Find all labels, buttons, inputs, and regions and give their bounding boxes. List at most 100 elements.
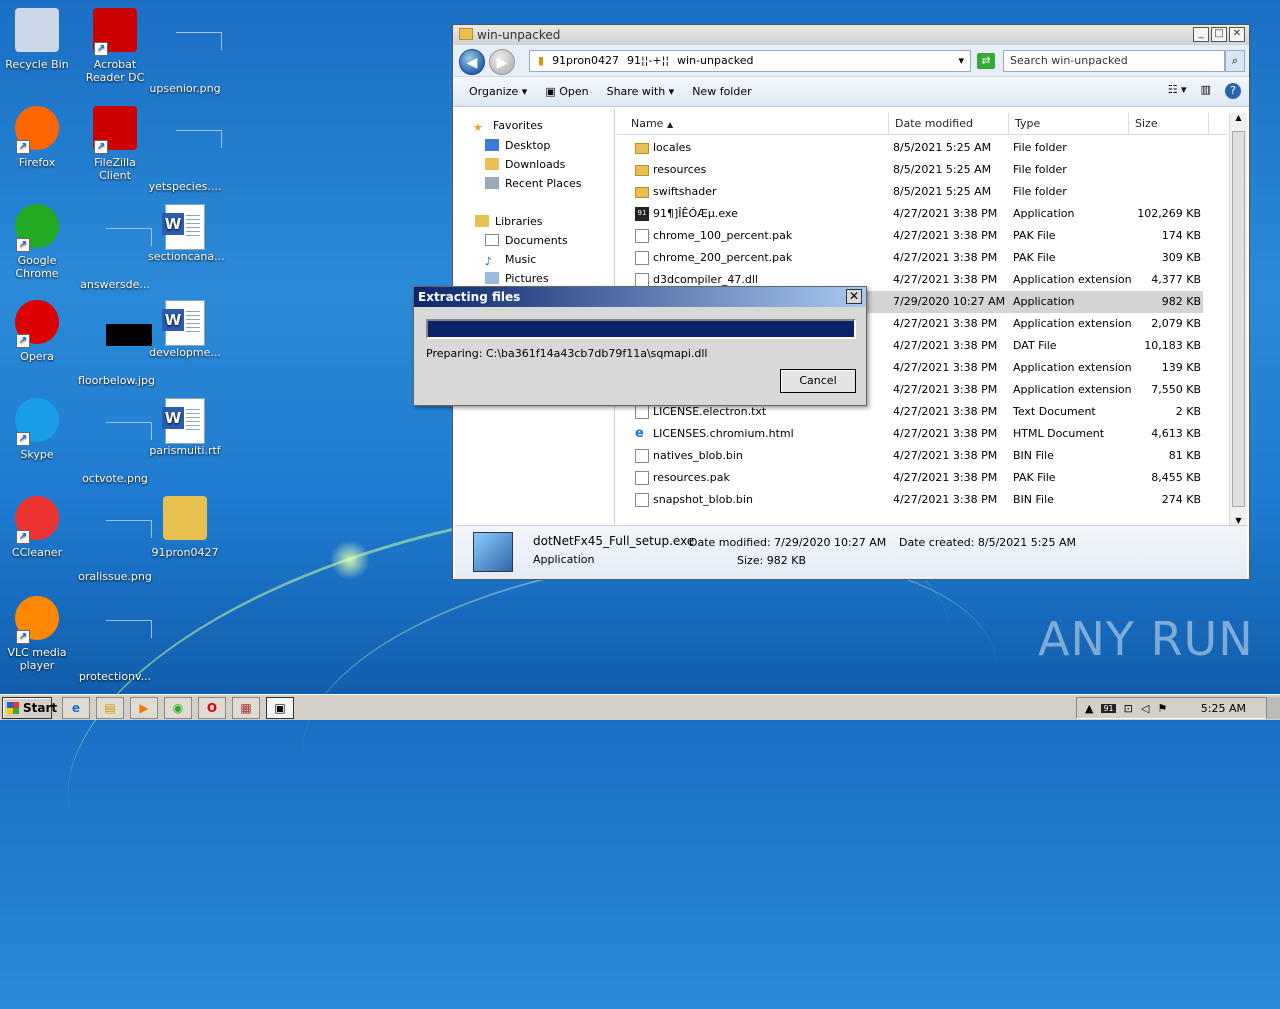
breadcrumb-2[interactable]: win-unpacked: [677, 51, 753, 71]
address-bar-area: ◀ ▶ ▮ 91pron0427 91¦¦-+¦¦ win-unpacked ▾…: [453, 45, 1249, 77]
ie-taskbar-icon[interactable]: e: [62, 697, 90, 719]
libraries-icon: [475, 215, 489, 227]
desktop-icon-16[interactable]: oralissue.png: [78, 496, 152, 583]
desktop-icon-11[interactable]: developme...: [148, 300, 222, 359]
network-icon[interactable]: ⊡: [1124, 702, 1133, 715]
breadcrumb-0[interactable]: 91pron0427: [552, 51, 619, 71]
details-pane: dotNetFx45_Full_setup.exe Application Da…: [455, 525, 1247, 579]
desktop-icon-9[interactable]: ↗ Opera: [0, 300, 74, 363]
file-name: swiftshader: [653, 185, 717, 198]
file-size: 139 KB: [1161, 361, 1201, 374]
address-path[interactable]: ▮ 91pron0427 91¦¦-+¦¦ win-unpacked ▾: [529, 50, 971, 72]
column-size[interactable]: Size: [1129, 113, 1209, 135]
desktop-icon-18[interactable]: ↗ VLC media player: [0, 596, 74, 672]
file-row[interactable]: natives_blob.bin 4/27/2021 3:38 PM BIN Fil…: [617, 445, 1203, 467]
desktop-icon-13[interactable]: octvote.png: [78, 398, 152, 485]
file-row[interactable]: snapshot_blob.bin 4/27/2021 3:38 PM BIN Fi…: [617, 489, 1203, 511]
open-button[interactable]: ▣ Open: [545, 85, 588, 98]
desktop-icon-4[interactable]: ↗ FileZilla Client: [78, 106, 152, 182]
file-row[interactable]: swiftshader 8/5/2021 5:25 AM File folder: [617, 181, 1203, 203]
desktop-icon-label: Acrobat Reader DC: [85, 58, 145, 84]
cancel-button[interactable]: Cancel: [780, 369, 856, 393]
organize-button[interactable]: Organize ▾: [469, 85, 527, 98]
nav-downloads[interactable]: Downloads: [485, 158, 565, 171]
desktop-icon-3[interactable]: ↗ Firefox: [0, 106, 74, 169]
desktop-icon-17[interactable]: 91pron0427: [148, 496, 222, 559]
nav-favorites[interactable]: ★ Favorites: [473, 119, 543, 134]
nav-label: Recent Places: [505, 177, 582, 190]
new-folder-button[interactable]: New folder: [692, 85, 751, 98]
back-button[interactable]: ◀: [459, 49, 485, 75]
nav-documents[interactable]: Documents: [485, 234, 568, 247]
nav-recent[interactable]: Recent Places: [485, 177, 582, 190]
file-row[interactable]: resources.pak 4/27/2021 3:38 PM PAK File 8,…: [617, 467, 1203, 489]
chrome-taskbar-icon[interactable]: ◉: [164, 697, 192, 719]
desktop-icon-15[interactable]: ↗ CCleaner: [0, 496, 74, 559]
desktop-icon-12[interactable]: ↗ Skype: [0, 398, 74, 461]
desktop-icon-0[interactable]: Recycle Bin: [0, 8, 74, 71]
explorer-taskbar-icon[interactable]: ▤: [96, 697, 124, 719]
desktop-icon-6[interactable]: ↗ Google Chrome: [0, 204, 74, 280]
details-filename: dotNetFx45_Full_setup.exe: [533, 534, 695, 548]
desktop-icon-19[interactable]: protectionv...: [78, 596, 152, 683]
column-date[interactable]: Date modified: [889, 113, 1009, 135]
desktop-icon-10[interactable]: floorbelow.jpg: [78, 300, 155, 387]
view-options-icon[interactable]: ☷ ▾: [1168, 83, 1187, 99]
search-icon[interactable]: ⌕: [1225, 50, 1245, 72]
shortcut-arrow-icon: ↗: [16, 140, 30, 154]
volume-icon[interactable]: ◁: [1141, 702, 1149, 715]
folder-icon: [635, 165, 649, 176]
file-row[interactable]: chrome_100_percent.pak 4/27/2021 3:38 PM P…: [617, 225, 1203, 247]
desktop-icon-14[interactable]: parismulti.rtf: [148, 398, 222, 457]
desktop-icon-label: CCleaner: [11, 546, 63, 559]
scroll-up-icon[interactable]: ▲: [1230, 113, 1247, 122]
column-type[interactable]: Type: [1009, 113, 1129, 135]
action-center-icon[interactable]: ⚑: [1157, 702, 1167, 715]
file-type: HTML Document: [1013, 427, 1105, 440]
nav-libraries[interactable]: Libraries: [475, 215, 543, 228]
preview-pane-icon[interactable]: ▥: [1201, 83, 1211, 99]
chevron-down-icon[interactable]: ▾: [958, 51, 964, 71]
refresh-icon[interactable]: ⇄: [977, 53, 995, 69]
desktop-icon-5[interactable]: yetspecies....: [148, 106, 222, 193]
scroll-down-icon[interactable]: ▼: [1230, 516, 1247, 525]
file-row[interactable]: 91 91¶]ÎÊÓÆµ.exe 4/27/2021 3:38 PM Applicat…: [617, 203, 1203, 225]
media-player-taskbar-icon[interactable]: ▶: [130, 697, 158, 719]
winrar-taskbar-icon[interactable]: ▦: [232, 697, 260, 719]
desktop-icon-8[interactable]: sectioncana...: [148, 204, 225, 263]
breadcrumb-1[interactable]: 91¦¦-+¦¦: [627, 51, 669, 71]
desktop-icon-label: 91pron0427: [151, 546, 219, 559]
nav-desktop[interactable]: Desktop: [485, 139, 550, 152]
minimize-button[interactable]: _: [1193, 27, 1209, 42]
show-hidden-icons[interactable]: ▲: [1085, 702, 1093, 715]
column-name[interactable]: Name ▲: [617, 113, 889, 135]
close-button[interactable]: ✕: [1229, 27, 1245, 42]
file-row[interactable]: e LICENSES.chromium.html 4/27/2021 3:38 PM…: [617, 423, 1203, 445]
file-row[interactable]: chrome_200_percent.pak 4/27/2021 3:38 PM P…: [617, 247, 1203, 269]
clock[interactable]: 5:25 AM: [1201, 702, 1246, 715]
column-headers: Name ▲ Date modified Type Size: [617, 113, 1227, 135]
desktop-icon-1[interactable]: ↗ Acrobat Reader DC: [78, 8, 152, 84]
desktop-icon-2[interactable]: upsenior.png: [148, 8, 222, 95]
dialog-titlebar[interactable]: Extracting files ✕: [414, 287, 866, 307]
desktop-icon-label: octvote.png: [82, 472, 148, 485]
nav-pictures[interactable]: Pictures: [485, 272, 549, 284]
vertical-scrollbar[interactable]: ▲ ▼: [1229, 113, 1247, 525]
file-row[interactable]: locales 8/5/2021 5:25 AM File folder: [617, 137, 1203, 159]
forward-button[interactable]: ▶: [489, 49, 515, 75]
nav-music[interactable]: ♪ Music: [485, 253, 536, 268]
show-desktop-button[interactable]: [1266, 697, 1280, 719]
maximize-button[interactable]: □: [1211, 27, 1227, 42]
dialog-close-button[interactable]: ✕: [846, 289, 862, 304]
help-icon[interactable]: ?: [1225, 83, 1241, 99]
search-input[interactable]: Search win-unpacked: [1003, 50, 1225, 72]
file-row[interactable]: resources 8/5/2021 5:25 AM File folder: [617, 159, 1203, 181]
opera-taskbar-icon[interactable]: O: [198, 697, 226, 719]
explorer-titlebar[interactable]: win-unpacked _ □ ✕: [453, 25, 1249, 45]
share-with-button[interactable]: Share with ▾: [607, 85, 675, 98]
setup-taskbar-icon[interactable]: ▣: [266, 697, 294, 719]
start-button[interactable]: Start: [2, 697, 57, 719]
scroll-thumb[interactable]: [1232, 131, 1245, 507]
desktop-icon-7[interactable]: answersde...: [78, 204, 152, 291]
app-tray-icon[interactable]: 91: [1101, 703, 1116, 713]
